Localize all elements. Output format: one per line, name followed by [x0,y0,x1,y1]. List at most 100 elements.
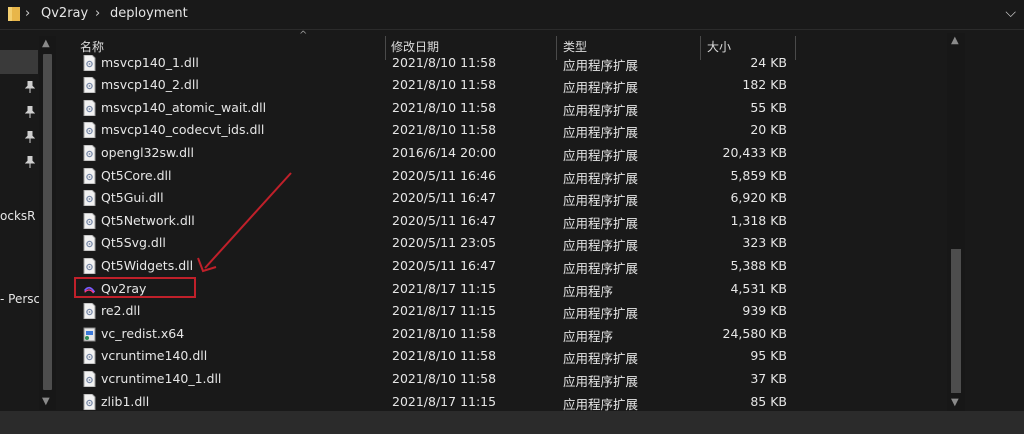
sort-ascending-icon: ^ [299,30,308,41]
file-modified-date: 2020/5/11 23:05 [392,235,497,251]
file-name: zlib1.dll [101,393,150,409]
nav-item-label[interactable]: ocksR [0,209,35,223]
address-bar[interactable]: › Qv2ray › deployment ⌵ [0,0,1024,30]
file-type: 应用程序扩展 [563,125,639,141]
pin-icon [25,156,35,168]
file-type: 应用程序扩展 [563,193,639,209]
nav-item-label[interactable]: - Persc [0,292,40,306]
file-modified-date: 2021/8/10 11:58 [392,370,497,386]
file-size: 5,388 KB [730,257,787,273]
file-size: 24,580 KB [722,325,787,341]
file-type: 应用程序扩展 [563,373,639,389]
file-row[interactable]: opengl32sw.dll 2016/6/14 20:00 应用程序扩展 20,43… [75,142,803,165]
file-list: msvcp140_1.dll 2021/8/10 11:58 应用程序扩展 24 KB… [75,49,803,411]
file-modified-date: 2021/8/17 11:15 [392,393,497,409]
file-row[interactable]: Qt5Widgets.dll 2020/5/11 16:47 应用程序扩展 5,388… [75,255,803,278]
pin-icon [25,131,35,143]
file-name: Qt5Core.dll [101,167,172,183]
dll-file-icon [83,54,96,71]
file-modified-date: 2020/5/11 16:47 [392,190,497,206]
file-modified-date: 2021/8/10 11:58 [392,54,497,70]
file-row[interactable]: msvcp140_1.dll 2021/8/10 11:58 应用程序扩展 24 KB [75,52,803,75]
file-modified-date: 2020/5/11 16:46 [392,167,497,183]
file-type: 应用程序扩展 [563,238,639,254]
file-size: 95 KB [750,348,787,364]
scroll-down-icon[interactable]: ▼ [42,396,50,407]
pin-icon [25,81,35,93]
file-size: 85 KB [750,393,787,409]
file-row[interactable]: vc_redist.x64 2021/8/10 11:58 应用程序 24,580 K… [75,323,803,346]
file-row[interactable]: vcruntime140.dll 2021/8/10 11:58 应用程序扩展 95 … [75,345,803,368]
file-name: Qt5Gui.dll [101,190,164,206]
file-type: 应用程序扩展 [563,260,639,276]
dll-file-icon [83,370,96,388]
dll-file-icon [83,393,96,410]
file-modified-date: 2016/6/14 20:00 [392,144,497,160]
file-type: 应用程序扩展 [563,147,639,163]
nav-scroll-thumb[interactable] [43,54,52,390]
file-type: 应用程序扩展 [563,215,639,231]
file-type: 应用程序 [563,328,614,344]
nav-selected-item[interactable] [0,50,38,74]
file-modified-date: 2021/8/10 11:58 [392,99,497,115]
dll-file-icon [83,234,96,252]
dll-file-icon [83,121,96,139]
file-row[interactable]: msvcp140_codecvt_ids.dll 2021/8/10 11:58 应… [75,119,803,142]
breadcrumb-item-qv2ray[interactable]: Qv2ray [41,6,88,21]
file-row[interactable]: Qt5Gui.dll 2020/5/11 16:47 应用程序扩展 6,920 KB [75,187,803,210]
file-modified-date: 2021/8/10 11:58 [392,77,497,93]
dll-file-icon [83,347,96,365]
file-row[interactable]: Qt5Core.dll 2020/5/11 16:46 应用程序扩展 5,859 KB [75,165,803,188]
file-row[interactable]: Qt5Network.dll 2020/5/11 16:47 应用程序扩展 1,318… [75,210,803,233]
file-type: 应用程序 [563,283,614,299]
dll-file-icon [83,99,96,117]
file-modified-date: 2021/8/10 11:58 [392,325,497,341]
file-modified-date: 2021/8/17 11:15 [392,280,497,296]
file-row[interactable]: vcruntime140_1.dll 2021/8/10 11:58 应用程序扩展 3… [75,368,803,391]
file-list-scrollbar[interactable]: ▲ ▼ [947,33,965,411]
file-name: vcruntime140.dll [101,348,208,364]
file-type: 应用程序扩展 [563,306,639,322]
annotation-highlight-box [74,277,196,298]
folder-icon [8,7,20,21]
file-size: 20,433 KB [722,144,787,160]
scroll-up-icon[interactable]: ▲ [951,35,959,46]
file-type: 应用程序扩展 [563,396,639,412]
file-row[interactable]: re2.dll 2021/8/17 11:15 应用程序扩展 939 KB [75,300,803,323]
file-name: msvcp140_1.dll [101,54,199,70]
breadcrumb-separator-icon: › [95,6,101,21]
file-list-scroll-thumb[interactable] [951,249,961,393]
file-size: 20 KB [750,122,787,138]
file-row[interactable]: zlib1.dll 2021/8/17 11:15 应用程序扩展 85 KB [75,391,803,412]
file-name: re2.dll [101,303,141,319]
file-modified-date: 2020/5/11 16:47 [392,212,497,228]
file-name: msvcp140_codecvt_ids.dll [101,122,265,138]
file-size: 37 KB [750,370,787,386]
installer-icon [83,326,96,342]
breadcrumb-item-deployment[interactable]: deployment [110,6,188,21]
file-row[interactable]: Qt5Svg.dll 2020/5/11 23:05 应用程序扩展 323 KB [75,232,803,255]
file-modified-date: 2021/8/17 11:15 [392,303,497,319]
scroll-down-icon[interactable]: ▼ [951,397,959,408]
file-size: 5,859 KB [730,167,787,183]
file-type: 应用程序扩展 [563,57,639,73]
pin-icon [25,106,35,118]
nav-scrollbar[interactable]: ▲ ▼ [39,36,56,410]
chevron-down-icon[interactable]: ⌵ [1005,5,1016,21]
dll-file-icon [83,167,96,184]
file-type: 应用程序扩展 [563,351,639,367]
file-name: msvcp140_atomic_wait.dll [101,99,267,115]
scroll-up-icon[interactable]: ▲ [42,38,50,49]
file-size: 1,318 KB [730,212,787,228]
file-name: vc_redist.x64 [101,325,185,341]
dll-file-icon [83,302,96,320]
file-modified-date: 2020/5/11 16:47 [392,257,497,273]
file-type: 应用程序扩展 [563,170,639,186]
file-row[interactable]: msvcp140_2.dll 2021/8/10 11:58 应用程序扩展 182 K… [75,74,803,97]
file-row[interactable]: msvcp140_atomic_wait.dll 2021/8/10 11:58 应… [75,97,803,120]
file-type: 应用程序扩展 [563,102,639,118]
file-name: Qt5Svg.dll [101,235,166,251]
dll-file-icon [83,212,96,230]
dll-file-icon [83,144,96,162]
file-size: 182 KB [742,77,787,93]
